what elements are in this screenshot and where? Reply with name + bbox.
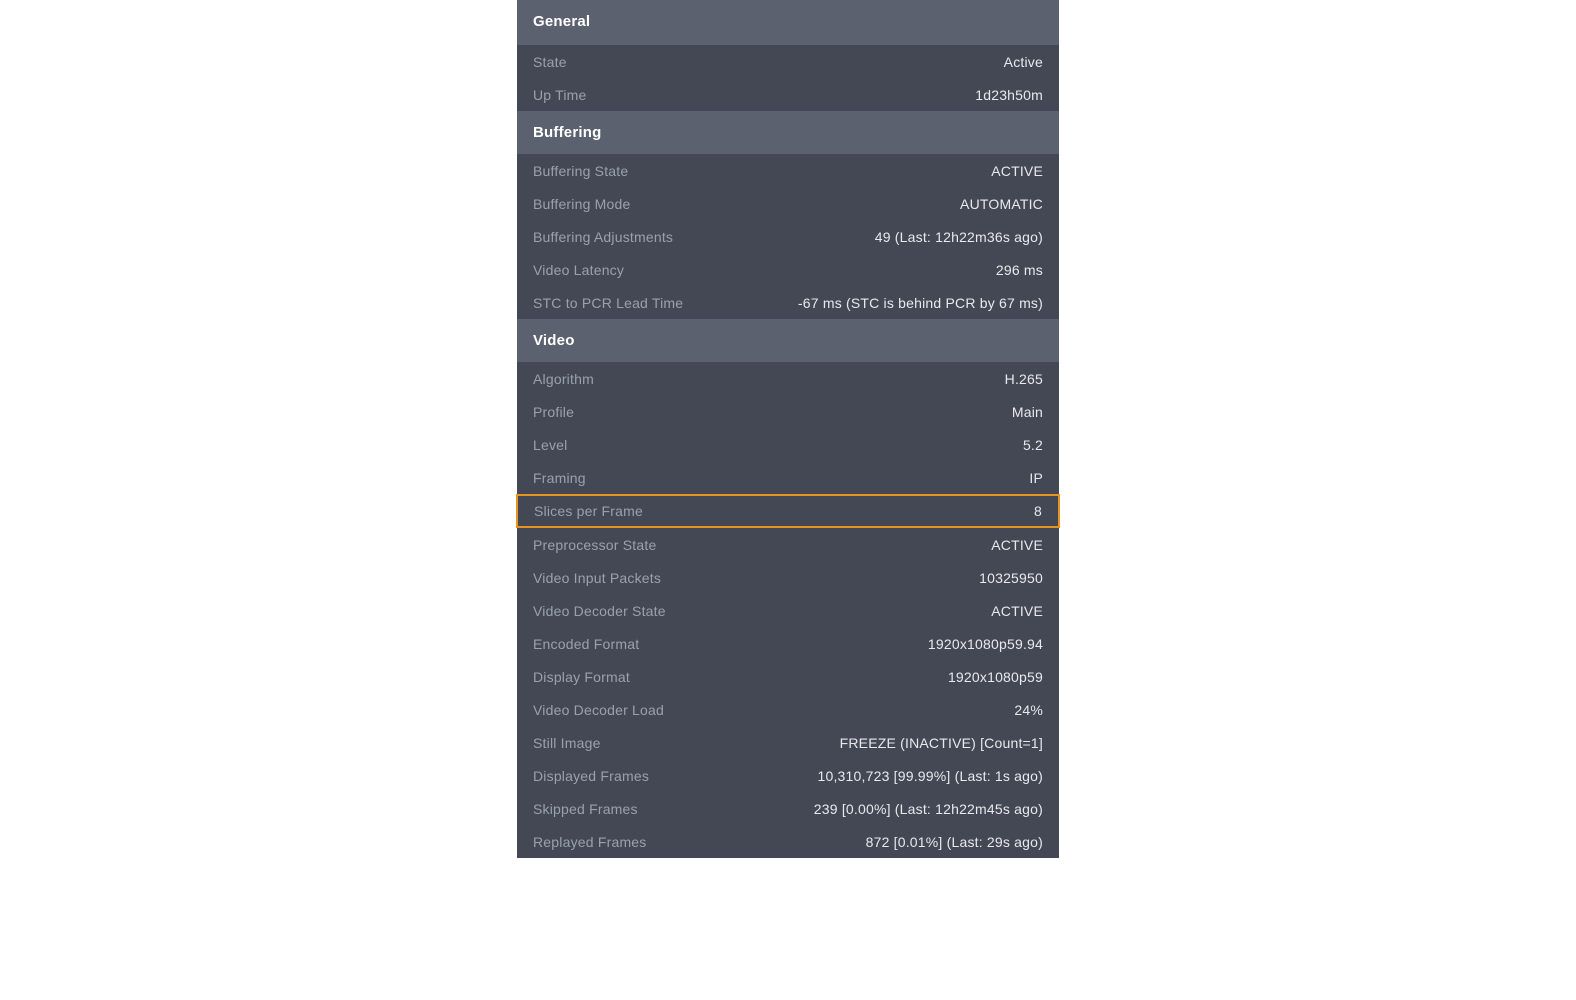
- row-slices-per-frame: Slices per Frame 8: [516, 494, 1060, 528]
- row-label: Encoded Format: [533, 636, 639, 652]
- row-value: AUTOMATIC: [960, 196, 1043, 212]
- row-label: Buffering Mode: [533, 196, 631, 212]
- row-buffering-adjustments: Buffering Adjustments 49 (Last: 12h22m36…: [517, 220, 1059, 253]
- row-value: 49 (Last: 12h22m36s ago): [875, 229, 1043, 245]
- row-encoded-format: Encoded Format 1920x1080p59.94: [517, 627, 1059, 660]
- row-label: Still Image: [533, 735, 601, 751]
- row-video-latency: Video Latency 296 ms: [517, 253, 1059, 286]
- row-skipped-frames: Skipped Frames 239 [0.00%] (Last: 12h22m…: [517, 792, 1059, 825]
- row-displayed-frames: Displayed Frames 10,310,723 [99.99%] (La…: [517, 759, 1059, 792]
- row-value: IP: [1029, 470, 1043, 486]
- row-level: Level 5.2: [517, 428, 1059, 461]
- row-buffering-state: Buffering State ACTIVE: [517, 154, 1059, 187]
- row-label: Preprocessor State: [533, 537, 656, 553]
- section-header-buffering: Buffering: [517, 111, 1059, 154]
- row-label: Video Input Packets: [533, 570, 661, 586]
- row-value: ACTIVE: [991, 603, 1043, 619]
- row-value: FREEZE (INACTIVE) [Count=1]: [840, 735, 1043, 751]
- row-stc-pcr-lead-time: STC to PCR Lead Time -67 ms (STC is behi…: [517, 286, 1059, 319]
- row-value: 10,310,723 [99.99%] (Last: 1s ago): [817, 768, 1043, 784]
- row-value: 1d23h50m: [975, 87, 1043, 103]
- row-value: H.265: [1005, 371, 1043, 387]
- row-video-input-packets: Video Input Packets 10325950: [517, 561, 1059, 594]
- row-display-format: Display Format 1920x1080p59: [517, 660, 1059, 693]
- row-label: Video Latency: [533, 262, 624, 278]
- row-video-decoder-state: Video Decoder State ACTIVE: [517, 594, 1059, 627]
- row-video-decoder-load: Video Decoder Load 24%: [517, 693, 1059, 726]
- row-value: -67 ms (STC is behind PCR by 67 ms): [798, 295, 1043, 311]
- row-label: Level: [533, 437, 567, 453]
- section-title: Video: [533, 332, 575, 349]
- row-algorithm: Algorithm H.265: [517, 362, 1059, 395]
- row-label: Algorithm: [533, 371, 594, 387]
- row-value: 10325950: [979, 570, 1043, 586]
- row-label: Display Format: [533, 669, 630, 685]
- row-framing: Framing IP: [517, 461, 1059, 494]
- row-value: 1920x1080p59: [948, 669, 1043, 685]
- row-label: Video Decoder State: [533, 603, 666, 619]
- row-label: Framing: [533, 470, 586, 486]
- row-value: 24%: [1014, 702, 1043, 718]
- row-state: State Active: [517, 45, 1059, 78]
- row-label: STC to PCR Lead Time: [533, 295, 683, 311]
- row-replayed-frames: Replayed Frames 872 [0.01%] (Last: 29s a…: [517, 825, 1059, 858]
- row-value: 872 [0.01%] (Last: 29s ago): [866, 834, 1043, 850]
- section-header-general: General: [517, 0, 1059, 45]
- row-profile: Profile Main: [517, 395, 1059, 428]
- row-up-time: Up Time 1d23h50m: [517, 78, 1059, 111]
- section-title: General: [533, 13, 590, 30]
- row-label: State: [533, 54, 567, 70]
- row-label: Up Time: [533, 87, 587, 103]
- row-label: Buffering Adjustments: [533, 229, 673, 245]
- section-title: Buffering: [533, 124, 601, 141]
- row-value: 239 [0.00%] (Last: 12h22m45s ago): [814, 801, 1043, 817]
- row-value: 5.2: [1023, 437, 1043, 453]
- row-preprocessor-state: Preprocessor State ACTIVE: [517, 528, 1059, 561]
- section-header-video: Video: [517, 319, 1059, 362]
- row-value: 1920x1080p59.94: [928, 636, 1043, 652]
- row-label: Profile: [533, 404, 574, 420]
- row-value: Active: [1004, 54, 1043, 70]
- row-label: Buffering State: [533, 163, 628, 179]
- row-label: Replayed Frames: [533, 834, 647, 850]
- row-value: Main: [1012, 404, 1043, 420]
- row-label: Video Decoder Load: [533, 702, 664, 718]
- row-still-image: Still Image FREEZE (INACTIVE) [Count=1]: [517, 726, 1059, 759]
- stats-panel: General State Active Up Time 1d23h50m Bu…: [517, 0, 1059, 858]
- row-buffering-mode: Buffering Mode AUTOMATIC: [517, 187, 1059, 220]
- row-label: Skipped Frames: [533, 801, 638, 817]
- row-label: Slices per Frame: [534, 503, 643, 519]
- row-label: Displayed Frames: [533, 768, 649, 784]
- row-value: ACTIVE: [991, 163, 1043, 179]
- row-value: ACTIVE: [991, 537, 1043, 553]
- row-value: 296 ms: [996, 262, 1043, 278]
- row-value: 8: [1034, 503, 1042, 519]
